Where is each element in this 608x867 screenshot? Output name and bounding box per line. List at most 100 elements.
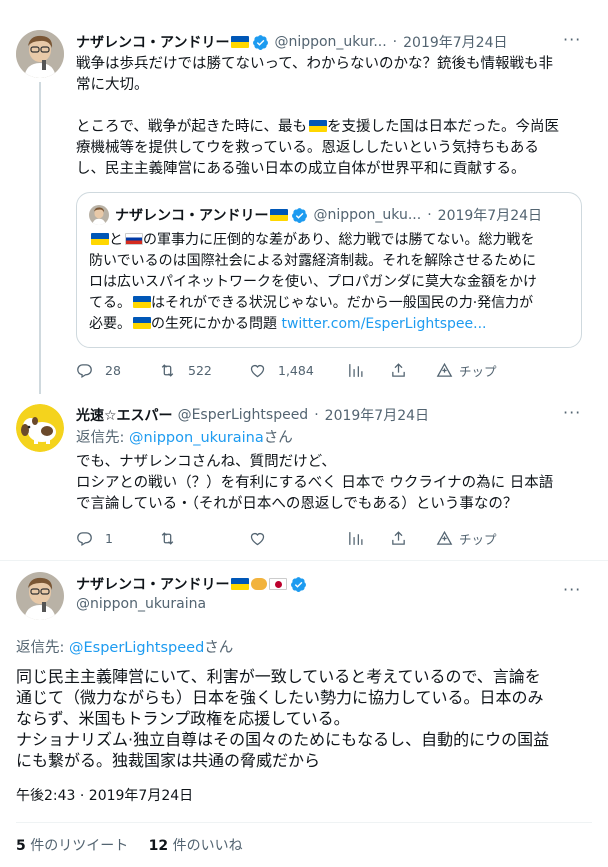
reply-icon [77,363,92,378]
thread-line [39,82,41,394]
tweet-3-text: 同じ民主主義陣営にいて、利害が一致していると考えているので、言論を 通じて（微力… [16,666,596,771]
reply-count: 1 [105,530,113,546]
share-button[interactable] [390,362,419,379]
avatar-nazarenko[interactable] [16,572,64,620]
quoted-tweet[interactable]: ナザレンコ・アンドリー @nippon_uku... · 2019年7月24日 … [76,192,582,348]
share-icon [392,530,405,545]
author-handle[interactable]: @nippon_ukuraina [76,596,206,612]
text-line: ナショナリズム·独立自尊はその国々のためにもなるし、自動的にウの国益 [16,730,550,749]
retweet-button[interactable] [159,530,188,547]
text-line: ロは広いスパイネットワークを使い、プロパガンダに莫大な金額をかけ [89,274,537,290]
text-line: ロシアとの戦い（？）を有利にするべく 日本で ウクライナの為に 日本語 [76,475,554,491]
divider [16,822,592,823]
russia-flag-icon [125,233,143,245]
like-icon [250,364,265,377]
tip-icon [436,362,453,377]
share-button[interactable] [390,530,419,547]
reply-context: 返信先: @EsperLightspeedさん [16,640,234,656]
tip-label: チップ [459,531,497,547]
more-icon[interactable]: ··· [563,580,581,599]
tweet-1-text: 戦争は歩兵だけでは勝てないって、わからないのかな？銃後も情報戦も非 常に大切。 … [76,54,586,180]
author-name[interactable]: 光速☆エスパー [76,405,173,425]
quoted-author-handle: @nippon_uku... [313,207,422,223]
quoted-text: との軍事力に圧倒的な差があり、総力戦では勝てない。総力戦を 防いでいるのは国際社… [89,230,579,335]
tweet-1-actions: 28 522 1,484 チップ [76,360,586,380]
verified-icon [291,576,307,592]
retweet-icon [161,363,174,377]
text-line: で言論している・（それが日本への恩返しでもある）という事なの？ [76,496,518,512]
tip-button[interactable]: チップ [436,361,497,380]
text-line: でも、ナザレンコさんね、質問だけど、 [76,454,336,470]
separator-dot: · [392,34,398,50]
ukraine-flag-icon [133,317,151,329]
separator-dot: · [314,407,319,423]
verified-icon [253,34,269,50]
like-button[interactable] [249,530,278,547]
tweet-2-header: 光速☆エスパー @EsperLightspeed · 2019年7月24日 [76,405,429,425]
tweet-date[interactable]: 2019年7月24日 [403,32,507,52]
text-line: 戦争は歩兵だけでは勝てないって、わからないのかな？銃後も情報戦も非 [76,56,554,72]
tweet-2-text: でも、ナザレンコさんね、質問だけど、 ロシアとの戦い（？）を有利にするべく 日本… [76,452,586,515]
share-icon [392,362,405,377]
text-line: ならず、米国もトランプ政権を応援している。 [16,709,350,728]
tweet-3-focused: ナザレンコ・アンドリー @nippon_ukuraina ··· 返信先: @E… [0,560,608,867]
text-line: 必要。 の生死にかかる問題 twitter.com/EsperLightspee.… [89,316,487,332]
ukraine-flag-icon [231,36,250,48]
quoted-header: ナザレンコ・アンドリー @nippon_uku... · 2019年7月24日 [115,205,542,225]
analytics-icon [349,363,363,377]
author-handle[interactable]: @nippon_ukur... [274,34,386,50]
text-line: 同じ民主主義陣営にいて、利害が一致していると考えているので、言論を [16,667,541,686]
reply-to-link[interactable]: @EsperLightspeed [69,640,204,656]
ukraine-flag-icon [91,233,109,245]
handshake-icon [251,578,268,590]
text-line: 常に大切。 [76,77,149,93]
reply-button[interactable]: 1 [76,530,113,547]
like-count: 1,484 [278,362,314,378]
ukraine-flag-icon [231,578,250,590]
tweet-2[interactable]: 光速☆エスパー @EsperLightspeed · 2019年7月24日 ··… [0,392,608,560]
retweet-stat[interactable]: 5 件のリツイート [16,838,128,854]
tip-icon [436,530,453,545]
retweet-count: 522 [188,362,212,378]
engagement-stats: 5 件のリツイート 12 件のいいね [16,836,243,857]
reply-context: 返信先: @nippon_ukurainaさん [76,430,293,446]
analytics-button[interactable] [347,530,376,547]
ukraine-flag-icon [133,296,151,308]
tweet-1-header: ナザレンコ・アンドリー @nippon_ukur... · 2019年7月24日 [76,32,507,52]
reply-icon [77,531,92,546]
text-line: との軍事力に圧倒的な差があり、総力戦では勝てない。総力戦を [89,230,579,251]
avatar-esper[interactable] [16,404,64,452]
more-icon[interactable]: ··· [563,403,581,422]
tweet-1[interactable]: ナザレンコ・アンドリー @nippon_ukur... · 2019年7月24日… [0,0,608,394]
quoted-avatar[interactable] [89,205,109,225]
ukraine-flag-icon [270,209,289,221]
author-name[interactable]: ナザレンコ・アンドリー [76,574,229,594]
like-button[interactable]: 1,484 [249,362,314,379]
text-line: し、民主主義陣営にある強い日本の成立自体が世界平和に貢献する。 [76,161,526,177]
text-line: にも繋がる。独裁国家は共通の脅威だから [16,751,321,770]
verified-icon [292,207,308,223]
reply-to-link[interactable]: @nippon_ukuraina [129,430,264,446]
tweet-timestamp[interactable]: 午後2:43 · 2019年7月24日 [16,786,193,807]
text-line: 防いでいるのは国際社会による対露経済制裁。それを解除させるために [89,253,537,269]
text-line: ところで、戦争が起きた時に、最も を支援した国は日本だった。今尚医 [76,119,559,135]
tip-label: チップ [459,363,497,379]
reply-button[interactable]: 28 [76,362,121,379]
tweet-2-actions: 1 チップ [76,528,586,548]
tweet-date[interactable]: 2019年7月24日 [325,405,429,425]
quoted-author-name: ナザレンコ・アンドリー [115,208,269,224]
author-name[interactable]: ナザレンコ・アンドリー [76,32,229,52]
avatar-nazarenko[interactable] [16,30,64,78]
reply-count: 28 [105,362,121,378]
analytics-button[interactable] [347,362,376,379]
text-line: 療機械等を提供してウを救っている。恩返ししたいという気持ちもある [76,140,539,156]
retweet-icon [161,531,174,545]
text-line: 通じて（微力ながらも）日本を強くしたい勢力に協力している。日本のみ [16,688,544,707]
retweet-button[interactable]: 522 [159,362,212,379]
like-stat[interactable]: 12 件のいいね [149,838,243,854]
ukraine-flag-icon [308,120,327,132]
more-icon[interactable]: ··· [563,30,581,49]
tip-button[interactable]: チップ [436,529,497,548]
quoted-date: 2019年7月24日 [437,208,543,224]
author-handle[interactable]: @EsperLightspeed [178,407,309,423]
